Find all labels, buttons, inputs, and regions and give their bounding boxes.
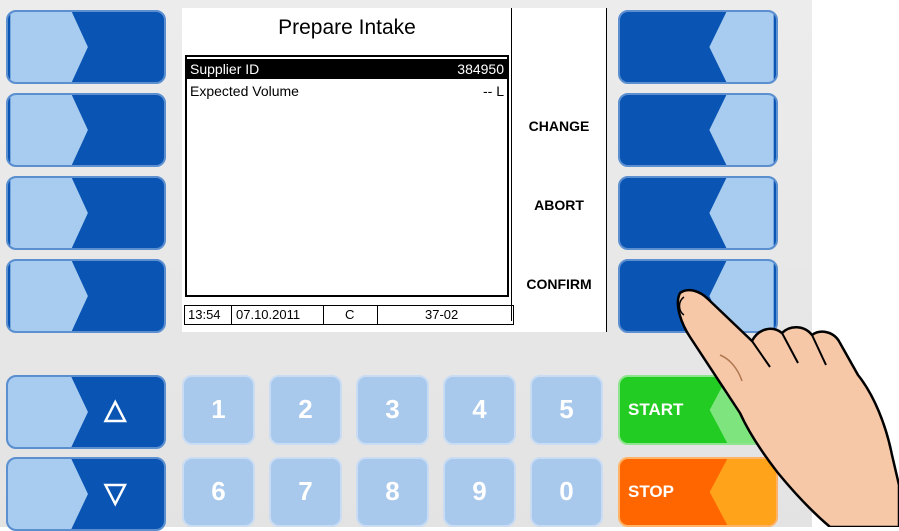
list-item-label: Supplier ID	[190, 61, 260, 77]
pointing-hand-icon	[676, 288, 899, 527]
right-softkey-abort[interactable]	[618, 176, 778, 250]
softkey-label-change: CHANGE	[528, 118, 590, 134]
display-screen: Prepare Intake Supplier ID 384950 Expect…	[182, 8, 607, 332]
key-5[interactable]: 5	[530, 375, 603, 445]
right-softkey-1[interactable]	[618, 10, 778, 84]
key-8[interactable]: 8	[356, 457, 429, 527]
screen-title: Prepare Intake	[278, 16, 416, 39]
left-softkey-2[interactable]	[6, 93, 166, 167]
status-code: 37-02	[425, 307, 459, 322]
list-item-label: Expected Volume	[190, 83, 299, 99]
status-mode: C	[345, 307, 355, 322]
status-date: 07.10.2011	[236, 307, 301, 322]
key-1[interactable]: 1	[182, 375, 255, 445]
arrow-down-button[interactable]	[6, 457, 166, 531]
field-list: Supplier ID 384950 Expected Volume -- L	[185, 55, 509, 297]
arrow-up-button[interactable]	[6, 375, 166, 449]
list-item-supplier-id[interactable]: Supplier ID 384950	[187, 59, 507, 79]
down-triangle-icon	[103, 483, 128, 507]
list-item-value: -- L	[483, 83, 504, 99]
list-item-expected-volume[interactable]: Expected Volume -- L	[187, 81, 507, 101]
left-softkey-1[interactable]	[6, 10, 166, 84]
key-2[interactable]: 2	[269, 375, 342, 445]
key-6[interactable]: 6	[182, 457, 255, 527]
status-time: 13:54	[188, 307, 221, 322]
screen-divider	[511, 8, 512, 321]
left-softkey-3[interactable]	[6, 176, 166, 250]
softkey-label-abort: ABORT	[534, 197, 584, 213]
key-3[interactable]: 3	[356, 375, 429, 445]
left-softkey-4[interactable]	[6, 259, 166, 333]
up-triangle-icon	[103, 399, 128, 423]
key-9[interactable]: 9	[443, 457, 516, 527]
softkey-label-confirm: CONFIRM	[526, 276, 592, 292]
list-item-value: 384950	[457, 61, 504, 77]
key-7[interactable]: 7	[269, 457, 342, 527]
key-0[interactable]: 0	[530, 457, 603, 527]
key-4[interactable]: 4	[443, 375, 516, 445]
status-bar: 13:54 07.10.2011 C 37-02	[184, 305, 514, 325]
right-softkey-change[interactable]	[618, 93, 778, 167]
